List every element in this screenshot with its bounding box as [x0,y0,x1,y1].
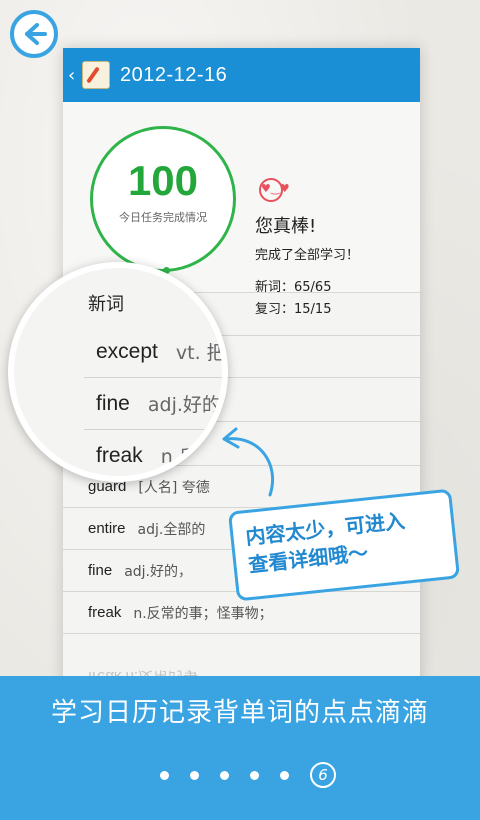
score-ring: 100 今日任务完成情况 [90,126,236,274]
back-button[interactable] [10,10,58,58]
page-dot[interactable] [250,770,259,780]
meaning: adj.好的；等的；怪整个事物… [147,394,222,416]
praise-subtitle: 完成了全部学习！ [255,248,360,263]
current-page-badge[interactable]: 6 [310,762,336,788]
page-dot[interactable] [190,770,199,780]
page-dot[interactable] [220,770,229,780]
page-dot[interactable] [160,770,169,780]
magnifier-lens: 新词 except vt. 把…除外；不计； fine adj.好的；等的；怪整… [8,262,228,482]
list-item[interactable]: freak n.反常的事；怪事物； [84,430,222,476]
meaning: adj.全部的 [137,521,206,538]
arrow-left-icon [25,23,47,45]
word: fine [88,562,113,579]
word: freak [88,604,122,621]
word: fine [96,391,130,415]
app-notebook-icon [82,61,110,89]
page-dot[interactable] [280,770,289,780]
score-value: 100 [127,157,199,204]
page-indicator: 6 [160,760,336,790]
praise-title: 您真棒! [255,216,317,237]
smiley-icon: ♥‿♥ [259,178,290,202]
word: except [96,339,158,363]
feature-banner: 学习日历记录背单词的点点滴滴 6 [0,676,480,820]
meaning: [人名] 夸德 [138,479,210,496]
meaning: adj.好的， [124,563,192,580]
banner-title: 学习日历记录背单词的点点滴滴 [50,698,429,728]
meaning: n.反常的事；怪事物； [133,605,273,622]
meaning: vt. 把…除外；不计； [175,342,226,364]
word: entire [88,520,126,537]
list-item[interactable]: except vt. 把…除外；不计； [84,326,226,378]
curved-arrow-icon [222,427,275,497]
score-label: 今日任务完成情况 [119,211,207,224]
list-item[interactable]: fine adj.好的；等的；怪整个事物… [84,378,222,430]
section-heading: 新词 [88,294,124,315]
word: freak [96,443,143,467]
title-bar: ‹ 2012-12-16 [63,48,420,102]
page-title: 2012-12-16 [120,63,228,86]
chevron-left-icon[interactable]: ‹ [68,65,78,86]
